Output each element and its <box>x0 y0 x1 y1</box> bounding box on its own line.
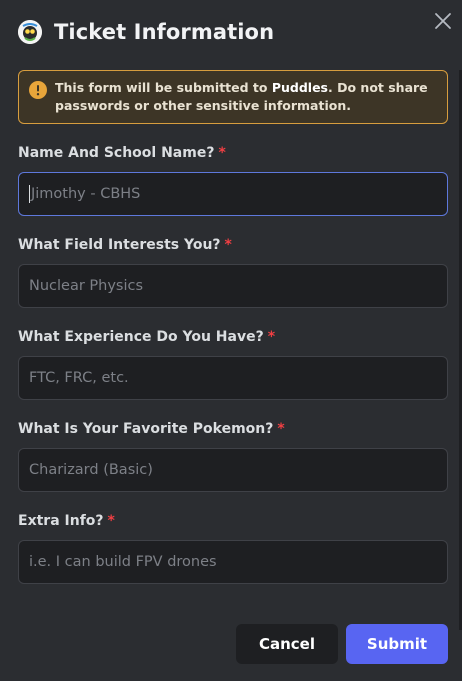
input-placeholder: FTC, FRC, etc. <box>29 370 129 386</box>
warning-icon <box>29 81 47 99</box>
avatar-icon <box>18 20 42 44</box>
extra-info-input[interactable]: i.e. I can build FPV drones <box>18 540 448 584</box>
modal-header: Ticket Information <box>18 14 274 50</box>
field-name-school: Name And School Name? * Jimothy - CBHS <box>18 143 448 216</box>
field-label: Name And School Name? * <box>18 145 226 161</box>
required-marker: * <box>267 329 276 345</box>
field-interests: What Field Interests You? * Nuclear Physi… <box>18 235 448 308</box>
field-label: Extra Info? * <box>18 513 115 529</box>
input-placeholder: Jimothy - CBHS <box>31 186 141 202</box>
field-label: What Experience Do You Have? * <box>18 329 276 345</box>
required-marker: * <box>277 421 285 437</box>
field-label: What Field Interests You? * <box>18 237 232 253</box>
field-experience: What Experience Do You Have? * FTC, FRC, … <box>18 327 448 400</box>
text-caret <box>29 185 30 203</box>
field-pokemon: What Is Your Favorite Pokemon? * Charizar… <box>18 419 448 492</box>
input-placeholder: Charizard (Basic) <box>29 462 153 478</box>
warning-notice: This form will be submitted to Puddles. … <box>18 70 448 124</box>
notice-app-name: Puddles <box>271 80 329 95</box>
cancel-button[interactable]: Cancel <box>236 624 338 664</box>
required-marker: * <box>218 145 226 161</box>
name-school-input[interactable]: Jimothy - CBHS <box>18 172 448 216</box>
ticket-modal: Ticket Information This form will be sub… <box>0 0 462 681</box>
field-label: What Is Your Favorite Pokemon? * <box>18 421 285 437</box>
field-extra-info: Extra Info? * i.e. I can build FPV drones <box>18 511 448 584</box>
pokemon-input[interactable]: Charizard (Basic) <box>18 448 448 492</box>
experience-input[interactable]: FTC, FRC, etc. <box>18 356 448 400</box>
close-icon[interactable] <box>432 10 454 32</box>
required-marker: * <box>224 237 232 253</box>
notice-prefix: This form will be submitted to <box>55 80 272 95</box>
interests-input[interactable]: Nuclear Physics <box>18 264 448 308</box>
input-placeholder: Nuclear Physics <box>29 278 144 294</box>
required-marker: * <box>107 513 115 529</box>
modal-title: Ticket Information <box>54 20 275 44</box>
input-placeholder: i.e. I can build FPV drones <box>29 554 217 570</box>
submit-button[interactable]: Submit <box>346 624 448 664</box>
